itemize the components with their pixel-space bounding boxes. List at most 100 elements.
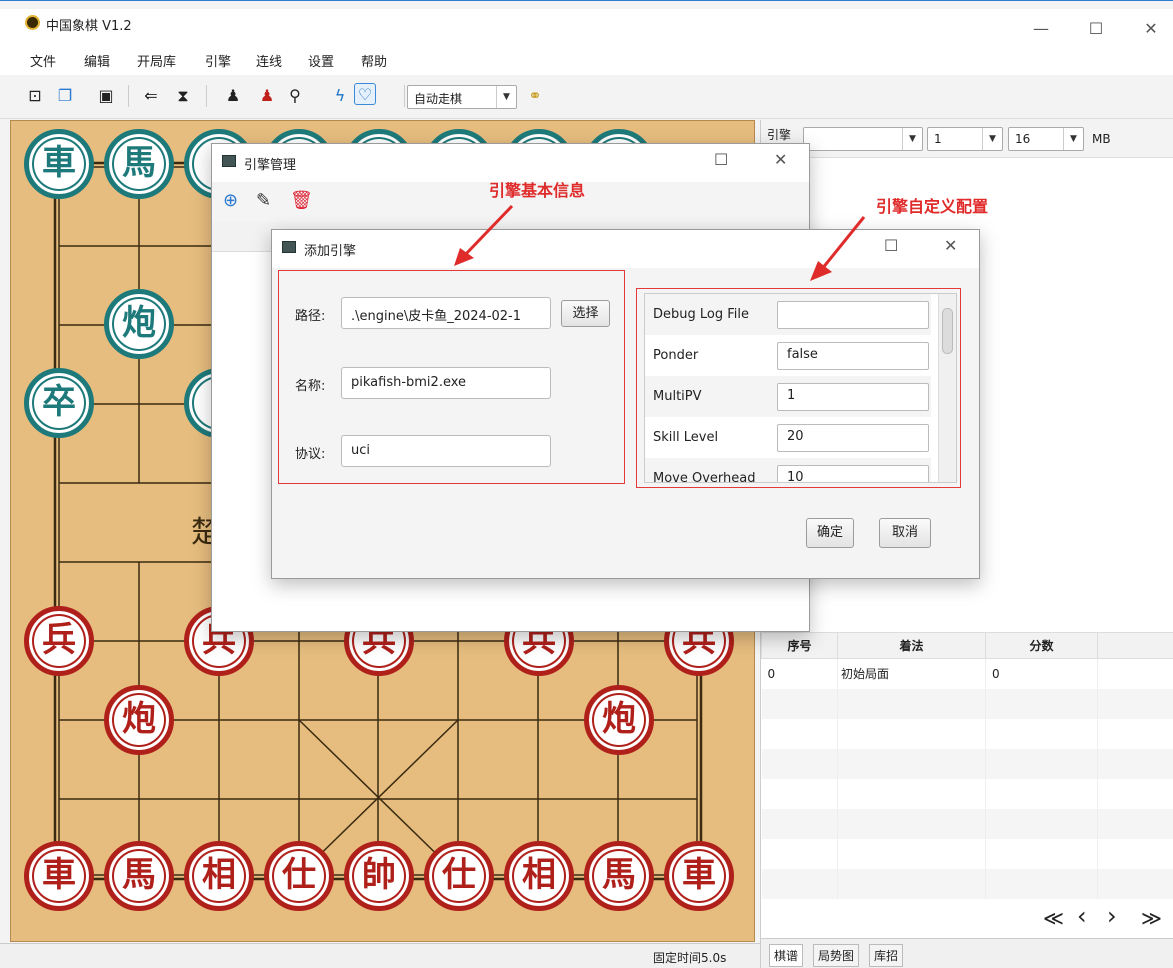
menu-bar: 文件 编辑 开局库 引擎 连线 设置 帮助 xyxy=(0,45,1173,75)
chevron-down-icon: ▼ xyxy=(982,128,1002,150)
app-logo-icon xyxy=(25,15,40,30)
ok-button[interactable]: 确定 xyxy=(806,518,854,548)
link-icon[interactable]: ⚭ xyxy=(524,85,546,107)
option-name: MultiPV xyxy=(653,389,702,404)
red-advisor[interactable]: 仕 xyxy=(264,841,334,911)
cell-index: 0 xyxy=(762,659,838,689)
col-index: 序号 xyxy=(762,633,838,659)
maximize-button[interactable]: ☐ xyxy=(1081,19,1111,38)
path-field[interactable]: .\engine\皮卡鱼_2024-02-1 xyxy=(341,297,551,329)
red-general[interactable]: 帥 xyxy=(344,841,414,911)
green-soldier[interactable]: 卒 xyxy=(24,368,94,438)
nav-first-button[interactable]: ≪ xyxy=(1043,906,1064,930)
name-label: 名称: xyxy=(295,375,325,394)
green-chariot[interactable]: 車 xyxy=(24,129,94,199)
option-name: Ponder xyxy=(653,348,698,363)
table-row[interactable]: 0 初始局面 0 xyxy=(762,659,1173,689)
main-window: 中国象棋 V1.2 — ☐ ✕ 文件 编辑 开局库 引擎 连线 设置 帮助 ⊡ … xyxy=(0,0,1173,967)
fixed-time-status: 固定时间5.0s xyxy=(653,949,726,966)
status-bar: 固定时间5.0s xyxy=(0,943,760,968)
option-name: Debug Log File xyxy=(653,307,749,322)
menu-edit[interactable]: 编辑 xyxy=(84,51,110,70)
tab-library[interactable]: 库招 xyxy=(869,944,903,967)
red-horse[interactable]: 馬 xyxy=(104,841,174,911)
green-horse[interactable]: 馬 xyxy=(104,129,174,199)
menu-help[interactable]: 帮助 xyxy=(361,51,387,70)
red-cannon[interactable]: 炮 xyxy=(584,685,654,755)
option-value[interactable] xyxy=(777,301,929,329)
add-icon[interactable]: ⊕ xyxy=(223,190,238,211)
red-elephant[interactable]: 相 xyxy=(184,841,254,911)
delete-icon[interactable]: 🗑 xyxy=(290,190,313,211)
close-button[interactable]: ✕ xyxy=(944,236,957,255)
annotation-custom-config: 引擎自定义配置 xyxy=(876,193,988,217)
red-advisor[interactable]: 仕 xyxy=(424,841,494,911)
red-chariot[interactable]: 車 xyxy=(664,841,734,911)
protocol-field[interactable]: uci xyxy=(341,435,551,467)
auto-play-select[interactable]: 自动走棋 ▼ xyxy=(407,85,517,109)
option-name: Move Overhead xyxy=(653,471,756,483)
lightning-icon[interactable]: ϟ xyxy=(329,85,351,107)
red-cannon[interactable]: 炮 xyxy=(104,685,174,755)
menu-engine[interactable]: 引擎 xyxy=(205,51,231,70)
option-value[interactable]: 10 xyxy=(777,465,929,483)
protocol-label: 协议: xyxy=(295,443,325,462)
minimize-button[interactable]: — xyxy=(1026,19,1056,38)
threads-value: 1 xyxy=(934,132,942,146)
red-horse[interactable]: 馬 xyxy=(584,841,654,911)
nav-last-button[interactable]: ≫ xyxy=(1141,906,1162,930)
title-bar: 中国象棋 V1.2 — ☐ ✕ xyxy=(0,9,1173,45)
add-engine-title: 添加引擎 xyxy=(304,240,356,259)
copy-icon[interactable]: ❐ xyxy=(54,85,76,107)
new-game-icon[interactable]: ⊡ xyxy=(24,85,46,107)
paste-icon[interactable]: ▣ xyxy=(95,85,117,107)
black-player-icon[interactable]: ♟ xyxy=(222,85,244,107)
maximize-button[interactable]: ☐ xyxy=(714,150,728,169)
heart-icon[interactable]: ♡ xyxy=(354,83,376,105)
menu-connect[interactable]: 连线 xyxy=(256,51,282,70)
hash-select[interactable]: 16 ▼ xyxy=(1008,127,1084,151)
red-player-icon[interactable]: ♟ xyxy=(256,85,278,107)
close-button[interactable]: ✕ xyxy=(774,150,787,169)
nav-next-button[interactable]: › xyxy=(1107,902,1117,930)
undo-icon[interactable]: ⇐ xyxy=(140,85,162,107)
chevron-down-icon: ▼ xyxy=(902,128,922,150)
option-row: Move Overhead 10 xyxy=(645,458,931,483)
nav-prev-button[interactable]: ‹ xyxy=(1077,902,1087,930)
scrollbar[interactable] xyxy=(938,294,956,482)
path-label: 路径: xyxy=(295,305,325,324)
name-field[interactable]: pikafish-bmi2.exe xyxy=(341,367,551,399)
red-chariot[interactable]: 車 xyxy=(24,841,94,911)
tab-record[interactable]: 棋谱 xyxy=(769,944,803,967)
close-button[interactable]: ✕ xyxy=(1136,19,1166,38)
option-value[interactable]: 20 xyxy=(777,424,929,452)
scrollbar-thumb[interactable] xyxy=(942,308,953,354)
option-value[interactable]: false xyxy=(777,342,929,370)
edit-icon[interactable]: ✎ xyxy=(256,190,271,211)
choose-button[interactable]: 选择 xyxy=(561,300,610,327)
menu-opening-book[interactable]: 开局库 xyxy=(137,51,176,70)
engine-options-list[interactable]: Debug Log File Ponder false MultiPV 1 Sk… xyxy=(644,293,957,483)
red-elephant[interactable]: 相 xyxy=(504,841,574,911)
engine-label: 引擎 xyxy=(767,126,791,143)
window-icon xyxy=(222,155,236,167)
tab-trend[interactable]: 局势图 xyxy=(813,944,859,967)
menu-file[interactable]: 文件 xyxy=(30,51,56,70)
hourglass-icon[interactable]: ⧗ xyxy=(172,85,194,107)
red-soldier[interactable]: 兵 xyxy=(24,606,94,676)
green-cannon[interactable]: 炮 xyxy=(104,289,174,359)
option-row: Ponder false xyxy=(645,335,931,376)
option-row: MultiPV 1 xyxy=(645,376,931,417)
threads-select[interactable]: 1 ▼ xyxy=(927,127,1003,151)
moves-table: 序号 着法 分数 0 初始局面 0 xyxy=(761,632,1173,899)
option-name: Skill Level xyxy=(653,430,718,445)
search-icon[interactable]: ⚲ xyxy=(284,85,306,107)
engine-select[interactable]: ▼ xyxy=(803,127,923,151)
menu-settings[interactable]: 设置 xyxy=(308,51,334,70)
bottom-tabs: 棋谱 局势图 库招 xyxy=(761,938,1173,968)
option-value[interactable]: 1 xyxy=(777,383,929,411)
cancel-button[interactable]: 取消 xyxy=(879,518,931,548)
auto-play-label: 自动走棋 xyxy=(414,90,462,107)
chevron-down-icon: ▼ xyxy=(496,86,516,108)
option-row: Debug Log File xyxy=(645,294,931,335)
